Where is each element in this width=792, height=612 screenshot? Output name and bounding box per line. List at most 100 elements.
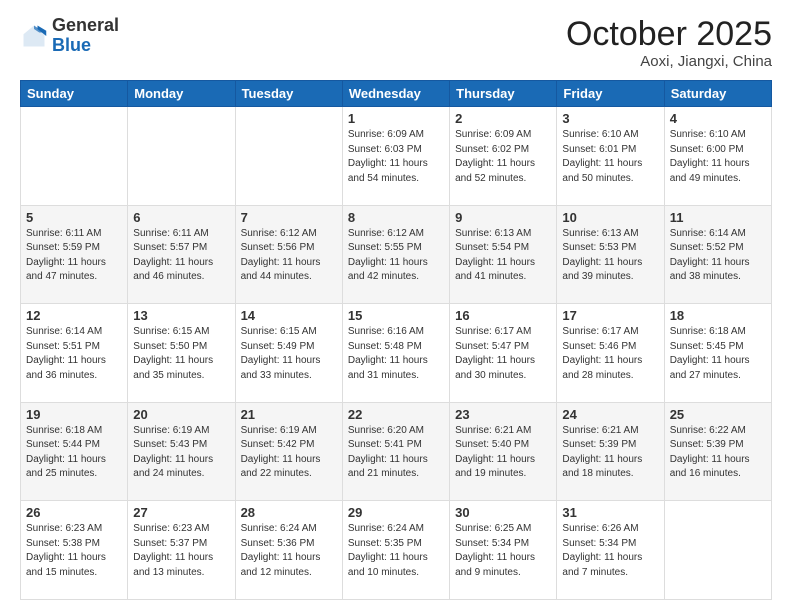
day-number-1: 1 bbox=[348, 111, 444, 126]
cell-w0-d1 bbox=[128, 107, 235, 206]
cell-w2-d5: 17 Sunrise: 6:17 AM Sunset: 5:46 PM Dayli… bbox=[557, 304, 664, 403]
day-number-21: 21 bbox=[241, 407, 337, 422]
cell-w0-d3: 1 Sunrise: 6:09 AM Sunset: 6:03 PM Daylig… bbox=[342, 107, 449, 206]
cell-w4-d0: 26 Sunrise: 6:23 AM Sunset: 5:38 PM Dayli… bbox=[21, 501, 128, 600]
cell-w1-d6: 11Sunrise: 6:14 AM Sunset: 5:52 PM Dayli… bbox=[664, 205, 771, 304]
cell-w1-d5: 10Sunrise: 6:13 AM Sunset: 5:53 PM Dayli… bbox=[557, 205, 664, 304]
day-info-5: Sunrise: 6:11 AM Sunset: 5:59 PM Dayligh… bbox=[26, 227, 122, 285]
page: General Blue October 2025 Aoxi, Jiangxi,… bbox=[0, 0, 792, 612]
cell-w1-d1: 6 Sunrise: 6:11 AM Sunset: 5:57 PM Daylig… bbox=[128, 205, 235, 304]
day-info-26: Sunrise: 6:23 AM Sunset: 5:38 PM Dayligh… bbox=[26, 522, 122, 580]
cell-w0-d6: 4 Sunrise: 6:10 AM Sunset: 6:00 PM Daylig… bbox=[664, 107, 771, 206]
header-wednesday: Wednesday bbox=[342, 81, 449, 107]
day-info-17: Sunrise: 6:17 AM Sunset: 5:46 PM Dayligh… bbox=[562, 325, 658, 383]
day-info-6: Sunrise: 6:11 AM Sunset: 5:57 PM Dayligh… bbox=[133, 227, 229, 285]
day-number-4: 4 bbox=[670, 111, 766, 126]
cell-w3-d2: 21 Sunrise: 6:19 AM Sunset: 5:42 PM Dayli… bbox=[235, 402, 342, 501]
day-info-7: Sunrise: 6:12 AM Sunset: 5:56 PM Dayligh… bbox=[241, 227, 337, 285]
day-info-3: Sunrise: 6:10 AM Sunset: 6:01 PM Dayligh… bbox=[562, 128, 658, 186]
cell-w3-d3: 22 Sunrise: 6:20 AM Sunset: 5:41 PM Dayli… bbox=[342, 402, 449, 501]
header-saturday: Saturday bbox=[664, 81, 771, 107]
cell-w0-d0 bbox=[21, 107, 128, 206]
cell-w4-d4: 30Sunrise: 6:25 AM Sunset: 5:34 PM Dayli… bbox=[450, 501, 557, 600]
day-number-22: 22 bbox=[348, 407, 444, 422]
day-number-31: 31 bbox=[562, 505, 658, 520]
cell-w2-d4: 16Sunrise: 6:17 AM Sunset: 5:47 PM Dayli… bbox=[450, 304, 557, 403]
cell-w3-d6: 25 Sunrise: 6:22 AM Sunset: 5:39 PM Dayli… bbox=[664, 402, 771, 501]
day-number-24: 24 bbox=[562, 407, 658, 422]
cell-w4-d5: 31 Sunrise: 6:26 AM Sunset: 5:34 PM Dayli… bbox=[557, 501, 664, 600]
day-info-12: Sunrise: 6:14 AM Sunset: 5:51 PM Dayligh… bbox=[26, 325, 122, 383]
cell-w0-d2 bbox=[235, 107, 342, 206]
cell-w1-d3: 8 Sunrise: 6:12 AM Sunset: 5:55 PM Daylig… bbox=[342, 205, 449, 304]
cell-w2-d1: 13Sunrise: 6:15 AM Sunset: 5:50 PM Dayli… bbox=[128, 304, 235, 403]
logo-icon bbox=[20, 22, 48, 50]
day-number-9: 9 bbox=[455, 210, 551, 225]
logo-text: General Blue bbox=[52, 16, 119, 56]
cell-w1-d4: 9 Sunrise: 6:13 AM Sunset: 5:54 PM Daylig… bbox=[450, 205, 557, 304]
day-info-21: Sunrise: 6:19 AM Sunset: 5:42 PM Dayligh… bbox=[241, 424, 337, 482]
day-info-28: Sunrise: 6:24 AM Sunset: 5:36 PM Dayligh… bbox=[241, 522, 337, 580]
day-number-15: 15 bbox=[348, 308, 444, 323]
logo-general-text: General bbox=[52, 15, 119, 35]
day-info-2: Sunrise: 6:09 AM Sunset: 6:02 PM Dayligh… bbox=[455, 128, 551, 186]
header-sunday: Sunday bbox=[21, 81, 128, 107]
day-info-27: Sunrise: 6:23 AM Sunset: 5:37 PM Dayligh… bbox=[133, 522, 229, 580]
header-tuesday: Tuesday bbox=[235, 81, 342, 107]
day-info-30: Sunrise: 6:25 AM Sunset: 5:34 PM Dayligh… bbox=[455, 522, 551, 580]
day-info-13: Sunrise: 6:15 AM Sunset: 5:50 PM Dayligh… bbox=[133, 325, 229, 383]
day-info-25: Sunrise: 6:22 AM Sunset: 5:39 PM Dayligh… bbox=[670, 424, 766, 482]
cell-w3-d1: 20 Sunrise: 6:19 AM Sunset: 5:43 PM Dayli… bbox=[128, 402, 235, 501]
day-number-3: 3 bbox=[562, 111, 658, 126]
day-number-12: 12 bbox=[26, 308, 122, 323]
logo: General Blue bbox=[20, 16, 119, 56]
day-number-10: 10 bbox=[562, 210, 658, 225]
day-info-29: Sunrise: 6:24 AM Sunset: 5:35 PM Dayligh… bbox=[348, 522, 444, 580]
header-thursday: Thursday bbox=[450, 81, 557, 107]
cell-w4-d2: 28 Sunrise: 6:24 AM Sunset: 5:36 PM Dayli… bbox=[235, 501, 342, 600]
day-number-27: 27 bbox=[133, 505, 229, 520]
day-number-14: 14 bbox=[241, 308, 337, 323]
day-number-19: 19 bbox=[26, 407, 122, 422]
day-number-17: 17 bbox=[562, 308, 658, 323]
day-info-8: Sunrise: 6:12 AM Sunset: 5:55 PM Dayligh… bbox=[348, 227, 444, 285]
week-row-0: 1 Sunrise: 6:09 AM Sunset: 6:03 PM Daylig… bbox=[21, 107, 772, 206]
weekday-header-row: Sunday Monday Tuesday Wednesday Thursday… bbox=[21, 81, 772, 107]
day-number-25: 25 bbox=[670, 407, 766, 422]
day-info-22: Sunrise: 6:20 AM Sunset: 5:41 PM Dayligh… bbox=[348, 424, 444, 482]
week-row-1: 5 Sunrise: 6:11 AM Sunset: 5:59 PM Daylig… bbox=[21, 205, 772, 304]
day-number-20: 20 bbox=[133, 407, 229, 422]
cell-w2-d3: 15Sunrise: 6:16 AM Sunset: 5:48 PM Dayli… bbox=[342, 304, 449, 403]
day-number-6: 6 bbox=[133, 210, 229, 225]
calendar-table: Sunday Monday Tuesday Wednesday Thursday… bbox=[20, 80, 772, 600]
day-number-29: 29 bbox=[348, 505, 444, 520]
cell-w0-d5: 3 Sunrise: 6:10 AM Sunset: 6:01 PM Daylig… bbox=[557, 107, 664, 206]
day-info-1: Sunrise: 6:09 AM Sunset: 6:03 PM Dayligh… bbox=[348, 128, 444, 186]
day-info-31: Sunrise: 6:26 AM Sunset: 5:34 PM Dayligh… bbox=[562, 522, 658, 580]
week-row-4: 26 Sunrise: 6:23 AM Sunset: 5:38 PM Dayli… bbox=[21, 501, 772, 600]
cell-w4-d3: 29 Sunrise: 6:24 AM Sunset: 5:35 PM Dayli… bbox=[342, 501, 449, 600]
cell-w1-d2: 7 Sunrise: 6:12 AM Sunset: 5:56 PM Daylig… bbox=[235, 205, 342, 304]
header-friday: Friday bbox=[557, 81, 664, 107]
day-info-4: Sunrise: 6:10 AM Sunset: 6:00 PM Dayligh… bbox=[670, 128, 766, 186]
cell-w3-d0: 19Sunrise: 6:18 AM Sunset: 5:44 PM Dayli… bbox=[21, 402, 128, 501]
day-number-7: 7 bbox=[241, 210, 337, 225]
day-number-5: 5 bbox=[26, 210, 122, 225]
day-number-26: 26 bbox=[26, 505, 122, 520]
day-number-23: 23 bbox=[455, 407, 551, 422]
week-row-2: 12 Sunrise: 6:14 AM Sunset: 5:51 PM Dayli… bbox=[21, 304, 772, 403]
day-info-23: Sunrise: 6:21 AM Sunset: 5:40 PM Dayligh… bbox=[455, 424, 551, 482]
cell-w3-d5: 24 Sunrise: 6:21 AM Sunset: 5:39 PM Dayli… bbox=[557, 402, 664, 501]
day-info-20: Sunrise: 6:19 AM Sunset: 5:43 PM Dayligh… bbox=[133, 424, 229, 482]
location: Aoxi, Jiangxi, China bbox=[566, 53, 772, 70]
day-info-9: Sunrise: 6:13 AM Sunset: 5:54 PM Dayligh… bbox=[455, 227, 551, 285]
month-title: October 2025 bbox=[566, 16, 772, 53]
header: General Blue October 2025 Aoxi, Jiangxi,… bbox=[20, 16, 772, 70]
day-number-2: 2 bbox=[455, 111, 551, 126]
day-number-8: 8 bbox=[348, 210, 444, 225]
day-info-18: Sunrise: 6:18 AM Sunset: 5:45 PM Dayligh… bbox=[670, 325, 766, 383]
cell-w4-d6 bbox=[664, 501, 771, 600]
day-number-28: 28 bbox=[241, 505, 337, 520]
week-row-3: 19Sunrise: 6:18 AM Sunset: 5:44 PM Dayli… bbox=[21, 402, 772, 501]
day-info-24: Sunrise: 6:21 AM Sunset: 5:39 PM Dayligh… bbox=[562, 424, 658, 482]
